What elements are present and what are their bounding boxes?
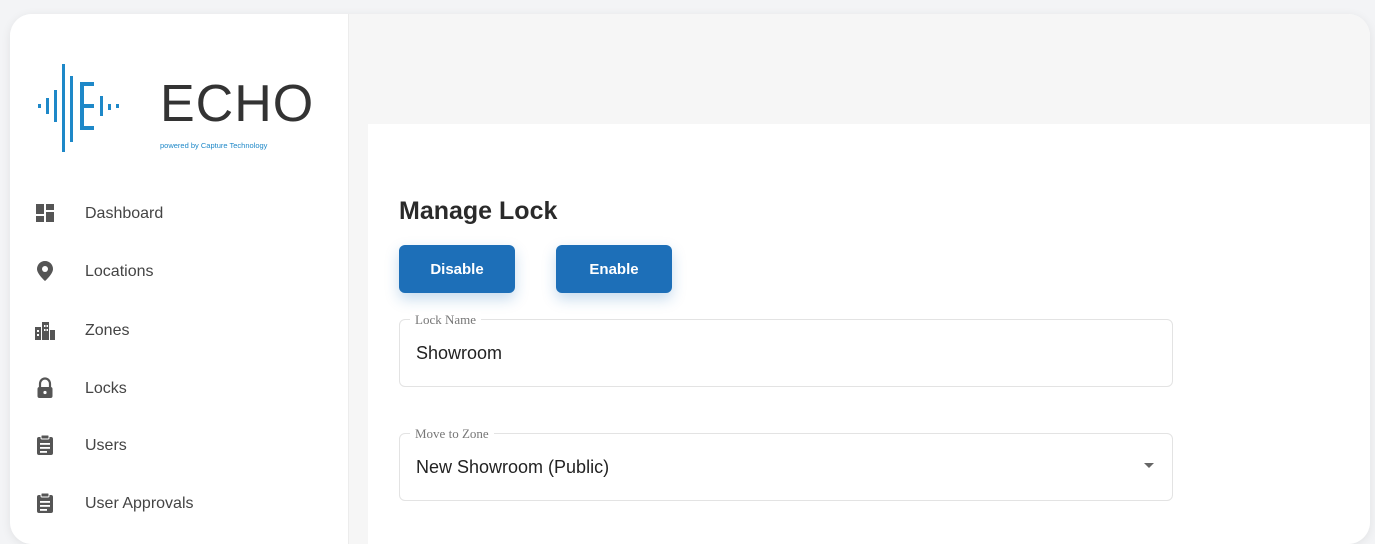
echo-logo: ECHO powered by Capture Technology [38, 60, 338, 160]
lock-name-input[interactable]: Showroom [416, 343, 502, 364]
sidebar-item-label: Locations [85, 263, 154, 280]
clipboard-icon [37, 434, 53, 455]
sidebar-item-label: Dashboard [85, 205, 164, 222]
zone-selected-value[interactable]: New Showroom (Public) [416, 457, 609, 478]
location-pin-icon [37, 261, 53, 281]
enable-button[interactable]: Enable [556, 245, 672, 293]
chevron-down-icon[interactable] [1144, 463, 1154, 468]
lock-name-label: Lock Name [410, 312, 482, 328]
logo-wordmark: ECHO [160, 75, 315, 133]
app-window: ECHO powered by Capture Technology Dashb… [10, 14, 1370, 544]
sidebar-item-user-approvals[interactable]: User Approvals [10, 484, 348, 524]
sidebar-item-label: User Approvals [85, 495, 194, 512]
disable-button[interactable]: Disable [399, 245, 515, 293]
sidebar-item-locations[interactable]: Locations [10, 252, 348, 292]
dashboard-icon [36, 204, 54, 222]
sidebar-item-label: Locks [85, 380, 127, 397]
lock-icon [37, 377, 53, 398]
sidebar-item-label: Zones [85, 322, 130, 339]
logo-tagline: powered by Capture Technology [160, 141, 268, 150]
clipboard-icon [37, 492, 53, 513]
sidebar-item-dashboard[interactable]: Dashboard [10, 194, 348, 234]
buildings-icon [35, 322, 55, 340]
main-area: Manage Lock Disable Enable Lock Name Sho… [349, 14, 1370, 544]
sidebar-item-zones[interactable]: Zones [10, 311, 348, 351]
move-to-zone-select[interactable]: Move to Zone New Showroom (Public) [399, 426, 1173, 501]
manage-lock-card: Manage Lock Disable Enable Lock Name Sho… [368, 124, 1370, 544]
lock-name-field[interactable]: Lock Name Showroom [399, 312, 1173, 387]
sidebar-item-locks[interactable]: Locks [10, 369, 348, 409]
sidebar-item-label: Users [85, 437, 127, 454]
page-title: Manage Lock [399, 197, 558, 225]
sidebar: ECHO powered by Capture Technology Dashb… [10, 14, 349, 544]
move-to-zone-label: Move to Zone [410, 426, 494, 442]
soundwave-logo-icon [38, 64, 119, 152]
sidebar-item-users[interactable]: Users [10, 426, 348, 466]
